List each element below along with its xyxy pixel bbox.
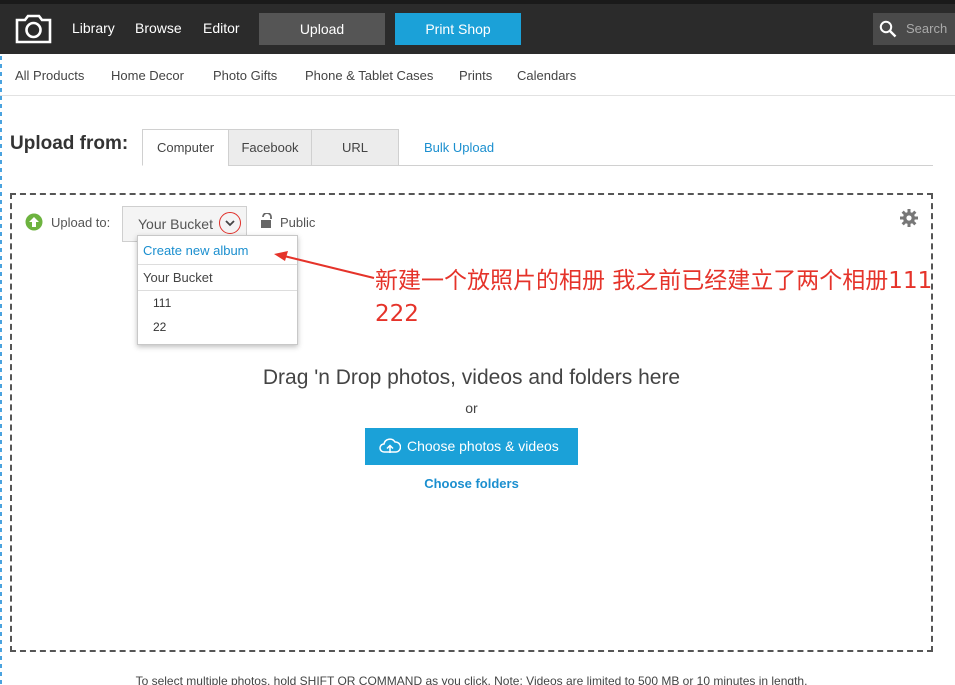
subnav-phone-tablet-cases[interactable]: Phone & Tablet Cases — [305, 68, 433, 83]
subnav-prints[interactable]: Prints — [459, 68, 492, 83]
search-input[interactable]: Search — [873, 13, 955, 45]
nav-editor[interactable]: Editor — [203, 20, 240, 36]
search-icon — [879, 20, 897, 38]
choose-photos-videos-label: Choose photos & videos — [407, 438, 559, 454]
search-placeholder: Search — [906, 21, 948, 36]
annotation-arrow-icon — [274, 251, 375, 279]
bulk-upload-link[interactable]: Bulk Upload — [424, 140, 494, 155]
privacy-label[interactable]: Public — [280, 215, 315, 230]
choose-folders-link[interactable]: Choose folders — [10, 476, 933, 491]
album-option-22[interactable]: 22 — [153, 320, 166, 334]
annotation-text: 新建一个放照片的相册 我之前已经建立了两个相册111 222 — [375, 268, 933, 327]
nav-library[interactable]: Library — [72, 20, 115, 36]
subnav-calendars[interactable]: Calendars — [517, 68, 576, 83]
dropdown-divider — [138, 290, 297, 291]
upload-arrow-icon — [25, 213, 43, 231]
camera-logo-icon[interactable] — [15, 14, 52, 44]
upload-to-label: Upload to: — [51, 215, 111, 230]
tab-url[interactable]: URL — [311, 129, 399, 166]
gear-icon[interactable] — [900, 209, 918, 227]
tab-facebook[interactable]: Facebook — [228, 129, 312, 166]
album-option-111[interactable]: 111 — [153, 296, 171, 310]
nav-upload[interactable]: Upload — [259, 13, 385, 45]
print-shop-button[interactable]: Print Shop — [395, 13, 521, 45]
upload-from-label: Upload from: — [10, 133, 129, 154]
album-select-value: Your Bucket — [138, 216, 213, 232]
footer-note: To select multiple photos, hold SHIFT OR… — [135, 674, 808, 685]
drag-drop-headline: Drag 'n Drop photos, videos and folders … — [262, 366, 681, 389]
chevron-down-icon[interactable] — [225, 220, 235, 227]
subnav-all-products[interactable]: All Products — [15, 68, 84, 83]
or-label: or — [465, 400, 478, 416]
unlock-icon — [261, 213, 272, 228]
cloud-upload-icon — [379, 438, 401, 453]
create-new-album-option[interactable]: Create new album — [143, 243, 249, 258]
your-bucket-option[interactable]: Your Bucket — [143, 270, 213, 285]
left-guide-line — [0, 0, 2, 685]
top-navigation-bar: Library Browse Editor Upload Print Shop … — [0, 4, 955, 54]
nav-browse[interactable]: Browse — [135, 20, 182, 36]
subnav-home-decor[interactable]: Home Decor — [111, 68, 184, 83]
product-subnav: All Products Home Decor Photo Gifts Phon… — [0, 54, 955, 96]
choose-photos-videos-button[interactable]: Choose photos & videos — [365, 428, 578, 465]
subnav-photo-gifts[interactable]: Photo Gifts — [213, 68, 277, 83]
tab-computer[interactable]: Computer — [142, 129, 229, 166]
